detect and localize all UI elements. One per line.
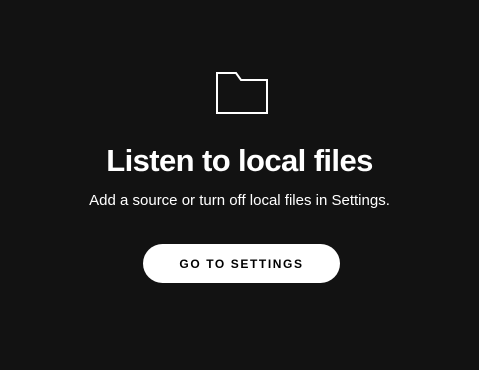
empty-state-subtitle: Add a source or turn off local files in … [89, 192, 390, 209]
empty-state-title: Listen to local files [106, 143, 373, 178]
local-files-empty-state: Listen to local files Add a source or tu… [0, 0, 479, 370]
folder-icon [214, 71, 270, 115]
go-to-settings-button[interactable]: GO TO SETTINGS [143, 244, 340, 283]
